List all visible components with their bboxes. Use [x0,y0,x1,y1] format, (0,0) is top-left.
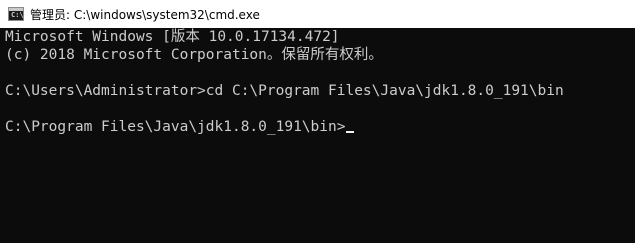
cmd-window: C:\ 管理员: C:\windows\system32\cmd.exe Mic… [0,0,635,243]
cmd-icon-glyph: C:\ [11,11,24,19]
text-cursor [346,131,355,133]
console-output[interactable]: Microsoft Windows [版本 10.0.17134.472] (c… [0,28,635,243]
cmd-icon[interactable]: C:\ [8,7,24,21]
console-prompt-line[interactable]: C:\Program Files\Java\jdk1.8.0_191\bin> [5,118,635,136]
console-line-version: Microsoft Windows [版本 10.0.17134.472] [5,29,340,45]
title-bar[interactable]: C:\ 管理员: C:\windows\system32\cmd.exe [0,0,635,28]
window-title: 管理员: C:\windows\system32\cmd.exe [30,7,260,22]
console-line-cd-command: C:\Users\Administrator>cd C:\Program Fil… [5,83,564,99]
console-line-copyright: (c) 2018 Microsoft Corporation。保留所有权利。 [5,47,383,63]
console-prompt: C:\Program Files\Java\jdk1.8.0_191\bin> [5,119,346,135]
